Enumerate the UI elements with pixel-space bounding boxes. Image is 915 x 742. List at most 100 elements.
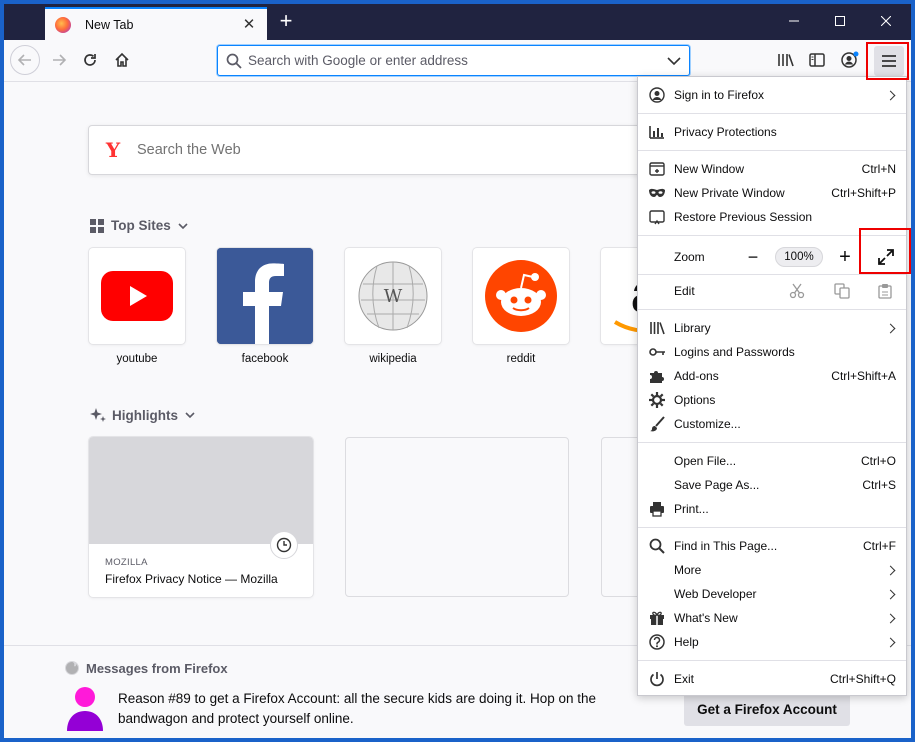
address-bar[interactable] bbox=[217, 45, 690, 76]
menu-item-privacy-protections[interactable]: Privacy Protections bbox=[638, 120, 906, 144]
menu-item-label: New Private Window bbox=[674, 186, 785, 200]
menu-item-help[interactable]: Help bbox=[638, 630, 906, 654]
site-tile bbox=[89, 248, 185, 344]
menu-item-addons[interactable]: Add-ons Ctrl+Shift+A bbox=[638, 364, 906, 388]
library-icon bbox=[649, 320, 665, 336]
highlight-card[interactable]: MOZILLA Firefox Privacy Notice — Mozilla bbox=[89, 437, 313, 597]
chevron-down-icon bbox=[178, 222, 188, 229]
menu-item-label: Help bbox=[674, 635, 699, 649]
web-search-placeholder: Search the Web bbox=[137, 142, 241, 158]
menu-item-label: Customize... bbox=[674, 417, 741, 431]
tab-title: New Tab bbox=[85, 17, 134, 32]
url-input[interactable] bbox=[248, 48, 667, 73]
web-search-box[interactable]: Y Search the Web bbox=[88, 125, 648, 175]
copy-button[interactable] bbox=[831, 280, 853, 302]
cut-button[interactable] bbox=[786, 280, 808, 302]
menu-item-customize[interactable]: Customize... bbox=[638, 412, 906, 436]
reload-button[interactable] bbox=[76, 46, 104, 74]
menu-item-more[interactable]: More bbox=[638, 558, 906, 582]
account-icon bbox=[841, 51, 859, 68]
zoom-reset-button[interactable]: 100% bbox=[775, 247, 823, 267]
forward-button[interactable] bbox=[45, 46, 73, 74]
menu-item-logins[interactable]: Logins and Passwords bbox=[638, 340, 906, 364]
chevron-right-icon bbox=[885, 637, 896, 647]
account-button[interactable] bbox=[836, 46, 864, 74]
chevron-right-icon bbox=[885, 589, 896, 599]
chevron-down-icon[interactable] bbox=[667, 56, 681, 66]
top-site-wikipedia[interactable]: W wikipedia bbox=[345, 248, 441, 365]
person-avatar-icon bbox=[66, 686, 104, 731]
private-mask-icon bbox=[649, 185, 665, 201]
chevron-right-icon bbox=[885, 565, 896, 575]
search-icon bbox=[649, 538, 665, 554]
minimize-button[interactable] bbox=[771, 4, 817, 40]
top-site-youtube[interactable]: youtube bbox=[89, 248, 185, 365]
site-tile bbox=[217, 248, 313, 344]
menu-item-open-file[interactable]: Open File... Ctrl+O bbox=[638, 449, 906, 473]
menu-item-restore-session[interactable]: Restore Previous Session bbox=[638, 205, 906, 229]
highlights-header[interactable]: Highlights bbox=[90, 407, 195, 423]
menu-item-options[interactable]: Options bbox=[638, 388, 906, 412]
menu-item-print[interactable]: Print... bbox=[638, 497, 906, 521]
tab-close-icon[interactable]: ✕ bbox=[241, 16, 257, 33]
top-site-facebook[interactable]: facebook bbox=[217, 248, 313, 365]
menu-item-find[interactable]: Find in This Page... Ctrl+F bbox=[638, 534, 906, 558]
menu-item-sign-in[interactable]: Sign in to Firefox bbox=[638, 83, 906, 107]
library-button[interactable] bbox=[772, 46, 800, 74]
help-icon bbox=[649, 634, 665, 650]
menu-item-whats-new[interactable]: What's New bbox=[638, 606, 906, 630]
minimize-icon bbox=[789, 20, 799, 22]
menu-separator bbox=[638, 309, 906, 310]
tab-new-tab[interactable]: New Tab ✕ bbox=[45, 7, 267, 40]
menu-separator bbox=[638, 527, 906, 528]
sidebar-icon bbox=[809, 53, 825, 67]
menu-item-library[interactable]: Library bbox=[638, 316, 906, 340]
paste-button[interactable] bbox=[874, 280, 896, 302]
highlights-title: Highlights bbox=[112, 407, 178, 423]
clock-icon bbox=[270, 531, 298, 559]
chevron-down-icon bbox=[185, 412, 195, 419]
highlight-box-fullscreen-button bbox=[859, 228, 911, 274]
menu-item-new-private-window[interactable]: New Private Window Ctrl+Shift+P bbox=[638, 181, 906, 205]
messages-header: Messages from Firefox bbox=[64, 660, 228, 676]
menu-shortcut: Ctrl+F bbox=[863, 539, 896, 553]
home-icon bbox=[115, 52, 129, 67]
top-sites-title: Top Sites bbox=[111, 218, 171, 233]
menu-separator bbox=[638, 150, 906, 151]
menu-item-label: Open File... bbox=[674, 454, 737, 468]
chart-bars-icon bbox=[649, 124, 665, 140]
printer-icon bbox=[649, 501, 665, 517]
highlight-title: Firefox Privacy Notice — Mozilla bbox=[105, 572, 278, 586]
top-site-reddit[interactable]: reddit bbox=[473, 248, 569, 365]
zoom-out-button[interactable]: − bbox=[742, 246, 764, 268]
new-tab-button[interactable]: + bbox=[274, 10, 298, 34]
youtube-icon bbox=[101, 271, 173, 321]
menu-item-label: Zoom bbox=[674, 250, 705, 264]
key-icon bbox=[649, 344, 665, 360]
highlight-placeholder bbox=[601, 437, 641, 597]
back-arrow-icon bbox=[17, 54, 31, 66]
menu-item-edit: Edit bbox=[638, 279, 906, 303]
maximize-button[interactable] bbox=[817, 4, 863, 40]
reload-icon bbox=[84, 54, 96, 66]
maximize-icon bbox=[835, 16, 845, 26]
close-window-button[interactable] bbox=[863, 4, 909, 40]
menu-item-exit[interactable]: Exit Ctrl+Shift+Q bbox=[638, 667, 906, 691]
site-tile: W bbox=[345, 248, 441, 344]
menu-separator bbox=[638, 113, 906, 114]
get-firefox-account-button[interactable]: Get a Firefox Account bbox=[684, 693, 850, 726]
menu-item-save-page[interactable]: Save Page As... Ctrl+S bbox=[638, 473, 906, 497]
menu-item-web-developer[interactable]: Web Developer bbox=[638, 582, 906, 606]
menu-item-label: Print... bbox=[674, 502, 709, 516]
top-sites-header[interactable]: Top Sites bbox=[90, 218, 188, 233]
sidebar-button[interactable] bbox=[803, 46, 831, 74]
menu-item-new-window[interactable]: New Window Ctrl+N bbox=[638, 157, 906, 181]
back-button[interactable] bbox=[10, 45, 40, 75]
menu-item-label: Save Page As... bbox=[674, 478, 760, 492]
browser-window: New Tab ✕ + Search with Google or enter … bbox=[4, 4, 911, 738]
copy-icon bbox=[834, 283, 850, 299]
menu-item-label: Options bbox=[674, 393, 716, 407]
home-button[interactable] bbox=[108, 46, 136, 74]
menu-shortcut: Ctrl+Shift+P bbox=[831, 186, 896, 200]
zoom-in-button[interactable]: + bbox=[834, 246, 856, 268]
